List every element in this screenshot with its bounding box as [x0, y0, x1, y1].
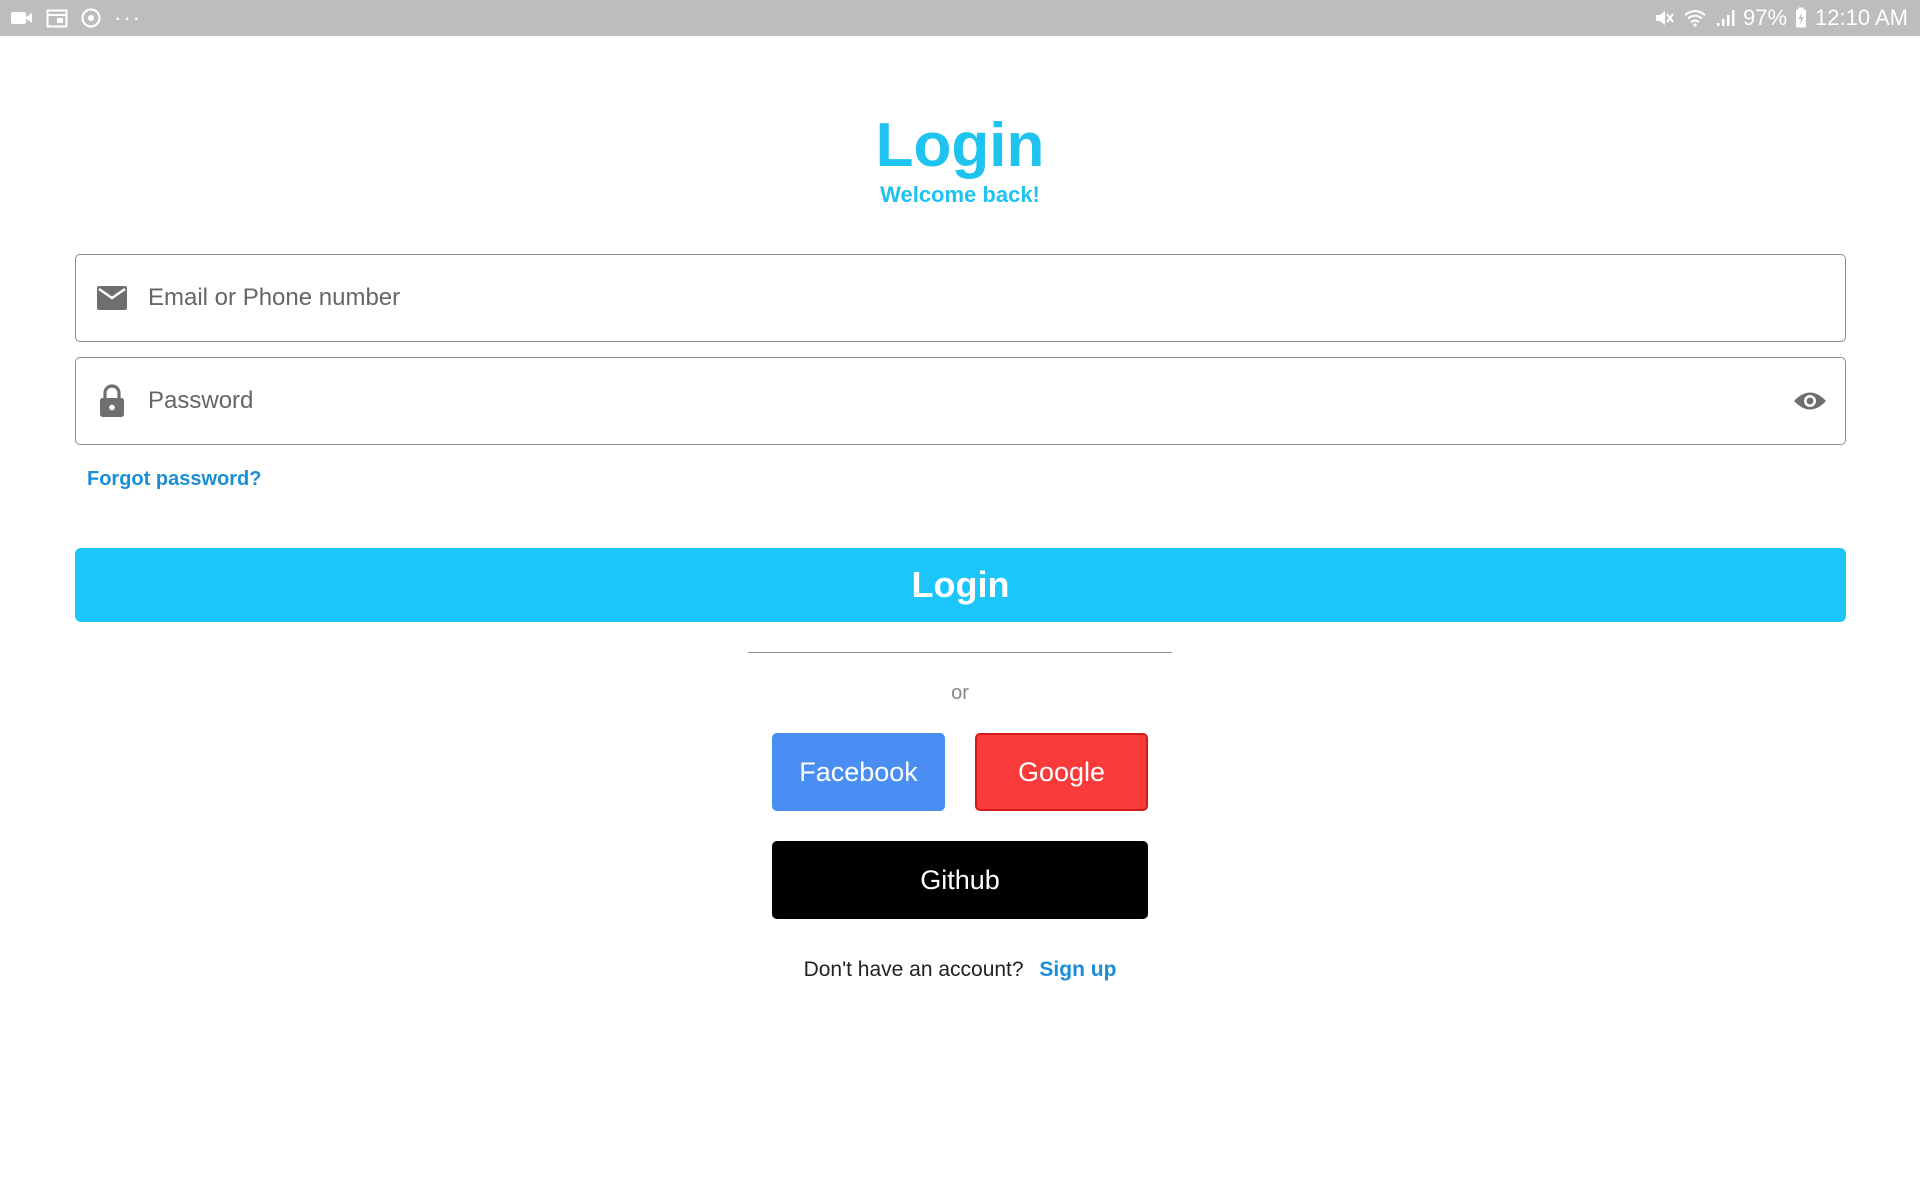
- divider: [748, 652, 1172, 653]
- status-bar: ··· 97% 12:10 AM: [0, 0, 1920, 36]
- clock: 12:10 AM: [1815, 5, 1908, 30]
- video-camera-icon: [10, 9, 34, 27]
- login-button[interactable]: Login: [75, 548, 1846, 622]
- signup-row: Don't have an account? Sign up: [0, 958, 1920, 982]
- password-input[interactable]: [148, 358, 1775, 444]
- signup-prompt: Don't have an account?: [803, 958, 1024, 981]
- signup-link[interactable]: Sign up: [1039, 958, 1116, 981]
- email-input[interactable]: [148, 255, 1845, 341]
- facebook-login-button[interactable]: Facebook: [772, 733, 945, 811]
- calendar-icon: [46, 8, 68, 28]
- mute-icon: [1653, 7, 1675, 29]
- page-title: Login: [875, 111, 1045, 180]
- battery-percent: 97%: [1743, 5, 1788, 30]
- battery-charging-icon: [1795, 7, 1807, 29]
- forgot-password-link[interactable]: Forgot password?: [87, 468, 261, 491]
- status-bar-right: 97% 12:10 AM: [1653, 0, 1908, 36]
- page-subtitle: Welcome back!: [880, 182, 1040, 207]
- wifi-icon: [1683, 8, 1707, 28]
- sync-icon: [80, 7, 102, 29]
- or-separator: or: [951, 682, 969, 704]
- google-login-button[interactable]: Google: [975, 733, 1148, 811]
- eye-icon[interactable]: [1775, 390, 1845, 412]
- github-login-button[interactable]: Github: [772, 841, 1148, 919]
- status-bar-left: ···: [10, 0, 142, 36]
- password-field[interactable]: [75, 357, 1846, 445]
- more-notifications-icon: ···: [114, 5, 142, 30]
- email-field[interactable]: [75, 254, 1846, 342]
- mail-icon: [76, 285, 148, 311]
- signal-icon: [1715, 8, 1735, 28]
- lock-icon: [76, 384, 148, 418]
